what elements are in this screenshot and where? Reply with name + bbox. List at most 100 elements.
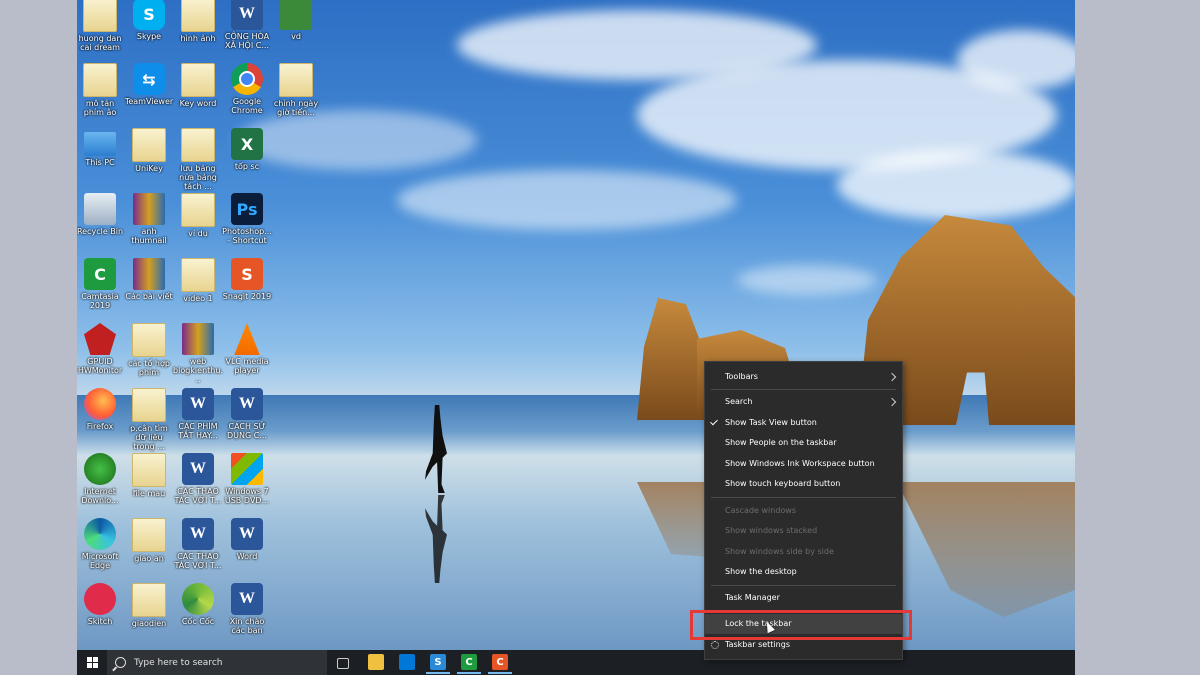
desktop-icon[interactable]: Key word (173, 63, 223, 108)
desktop-icon-label: GPUID HWMonitor (77, 357, 123, 375)
menu-item-show-task-view[interactable]: Show Task View button (705, 413, 902, 433)
menu-item-show-desktop[interactable]: Show the desktop (705, 562, 902, 582)
desktop-icon[interactable]: video 1 (173, 258, 223, 303)
this-pc-icon (84, 132, 116, 156)
desktop-icon-label: anh thumnail (131, 227, 167, 245)
image-folder-icon (133, 193, 165, 225)
desktop-icon[interactable]: W CÁC THAO TÁC VỚI T... (173, 453, 223, 505)
desktop-icon[interactable]: W Xin chào các bạn (222, 583, 272, 635)
desktop-icon[interactable]: mô tản phím âo (77, 63, 125, 117)
task-view-icon[interactable] (337, 658, 349, 669)
folder-icon (132, 388, 166, 422)
snagit-icon[interactable]: S (426, 654, 450, 674)
camtasia-icon[interactable]: C (457, 654, 481, 674)
desktop-icon[interactable]: VLC media player (222, 323, 272, 375)
desktop-icon-label: ví dụ (188, 229, 208, 238)
folder-icon (83, 0, 117, 32)
desktop-icon[interactable]: ⇆ TeamViewer (124, 63, 174, 106)
menu-item-label: Search (725, 397, 753, 406)
desktop-icon[interactable]: W CÁC THAO TÁC VỚI T... (173, 518, 223, 570)
desktop-icon[interactable]: This PC (77, 128, 125, 167)
desktop-icon[interactable]: W CỘNG HÒA XÃ HỘI C... (222, 0, 272, 50)
desktop-icon-label: CÁC THAO TÁC VỚI T... (174, 487, 222, 505)
chevron-right-icon (887, 397, 897, 407)
folder-icon (181, 193, 215, 227)
desktop-icon[interactable]: giao an (124, 518, 174, 563)
taskbar-search-box[interactable]: Type here to search (107, 650, 327, 675)
desktop-icon[interactable]: web blogkienthu... (173, 323, 223, 384)
chrome-icon (231, 63, 263, 95)
desktop-icon-label: file mau (132, 489, 166, 498)
windows-start-icon[interactable] (77, 650, 107, 675)
desktop-icon-label: Windows 7 USB DVD... (224, 487, 270, 505)
recycle-bin-icon (84, 193, 116, 225)
desktop-icon-label: Snagit 2019 (222, 292, 272, 301)
desktop-icon-label: CÁCH SỬ DỤNG C... (227, 422, 267, 440)
teamviewer-icon: ⇆ (133, 63, 165, 95)
video-file-icon (280, 0, 312, 30)
desktop-icon[interactable]: p.cân tìm dữ liệu trong ... (124, 388, 174, 451)
desktop-icon[interactable]: Cốc Cốc (173, 583, 223, 626)
desktop-icon[interactable]: W CÁC PHÍM TẮT HAY... (173, 388, 223, 440)
desktop-icon[interactable]: vd (271, 0, 321, 41)
folder-icon (181, 0, 215, 32)
snagit-icon: S (231, 258, 263, 290)
desktop-icon[interactable]: giaodien (124, 583, 174, 628)
word-icon: W (182, 453, 214, 485)
desktop-icon[interactable]: ví dụ (173, 193, 223, 238)
hwmonitor-icon (84, 323, 116, 355)
camtasia-icon: C (84, 258, 116, 290)
desktop-icon[interactable]: Microsoft Edge (77, 518, 125, 570)
desktop-icon[interactable]: anh thumnail (124, 193, 174, 245)
menu-item-toolbars[interactable]: Toolbars (705, 367, 902, 387)
file-explorer-icon[interactable] (368, 654, 384, 670)
edge-icon (84, 518, 116, 550)
desktop-icon[interactable]: Các bài viết (124, 258, 174, 301)
desktop-icon-label: Camtasia 2019 (81, 292, 119, 310)
folder-icon (279, 63, 313, 97)
desktop-icon-label: tốp sc (234, 162, 260, 171)
desktop-icon-label: Google Chrome (231, 97, 263, 115)
winrar-icon (133, 258, 165, 290)
desktop-icon[interactable]: W CÁCH SỬ DỤNG C... (222, 388, 272, 440)
snagit-editor-icon[interactable]: C (488, 654, 512, 674)
desktop-icon[interactable]: Xtốp sc (222, 128, 272, 171)
excel-icon: X (231, 128, 263, 160)
desktop-icon[interactable]: W Word (222, 518, 272, 561)
desktop-icon[interactable]: S Snagit 2019 (222, 258, 272, 301)
menu-item-show-ink-workspace[interactable]: Show Windows Ink Workspace button (705, 454, 902, 474)
desktop-icon[interactable]: lưu bảng nửa bảng tách ... (173, 128, 223, 191)
desktop-icon-label: Các bài viết (125, 292, 173, 301)
desktop-icon[interactable]: Google Chrome (222, 63, 272, 115)
menu-item-search[interactable]: Search (705, 392, 902, 412)
annotation-highlight-box (690, 610, 912, 640)
page-border-left (0, 0, 77, 675)
menu-item-label: Show windows side by side (725, 547, 834, 556)
desktop-icon[interactable]: UniKey (124, 128, 174, 173)
desktop-icon[interactable]: huong dan cai dream (77, 0, 125, 52)
desktop-icon[interactable]: chỉnh ngày giờ tiến... (271, 63, 321, 117)
desktop-icon[interactable]: hình ảnh (173, 0, 223, 43)
desktop-icon[interactable]: file mau (124, 453, 174, 498)
menu-item-label: Task Manager (725, 593, 780, 602)
menu-item-task-manager[interactable]: Task Manager (705, 588, 902, 608)
desktop-icon[interactable]: Internet Downlo... (77, 453, 125, 505)
desktop-icon[interactable]: GPUID HWMonitor (77, 323, 125, 375)
desktop-icon[interactable]: Ps Photoshop... - Shortcut (222, 193, 272, 245)
mail-icon[interactable] (399, 654, 415, 670)
menu-item-cascade-windows: Cascade windows (705, 501, 902, 521)
desktop-icon[interactable]: C Camtasia 2019 (77, 258, 125, 310)
word-icon: W (182, 518, 214, 550)
menu-item-show-touch-keyboard[interactable]: Show touch keyboard button (705, 474, 902, 494)
desktop-icon[interactable]: Skitch (77, 583, 125, 626)
desktop-icon[interactable]: S Skype (124, 0, 174, 41)
desktop-icon[interactable]: Windows 7 USB DVD... (222, 453, 272, 505)
desktop-icon-label: Cốc Cốc (181, 617, 215, 626)
desktop-icon-label: Word (236, 552, 258, 561)
vlc-icon (234, 323, 260, 355)
desktop-icon[interactable]: Firefox (77, 388, 125, 431)
desktop-icon[interactable]: các tổ hợp phím (124, 323, 174, 377)
menu-item-show-windows-side-by-side: Show windows side by side (705, 542, 902, 562)
desktop-icon[interactable]: Recycle Bin (77, 193, 125, 236)
menu-item-show-people[interactable]: Show People on the taskbar (705, 433, 902, 453)
